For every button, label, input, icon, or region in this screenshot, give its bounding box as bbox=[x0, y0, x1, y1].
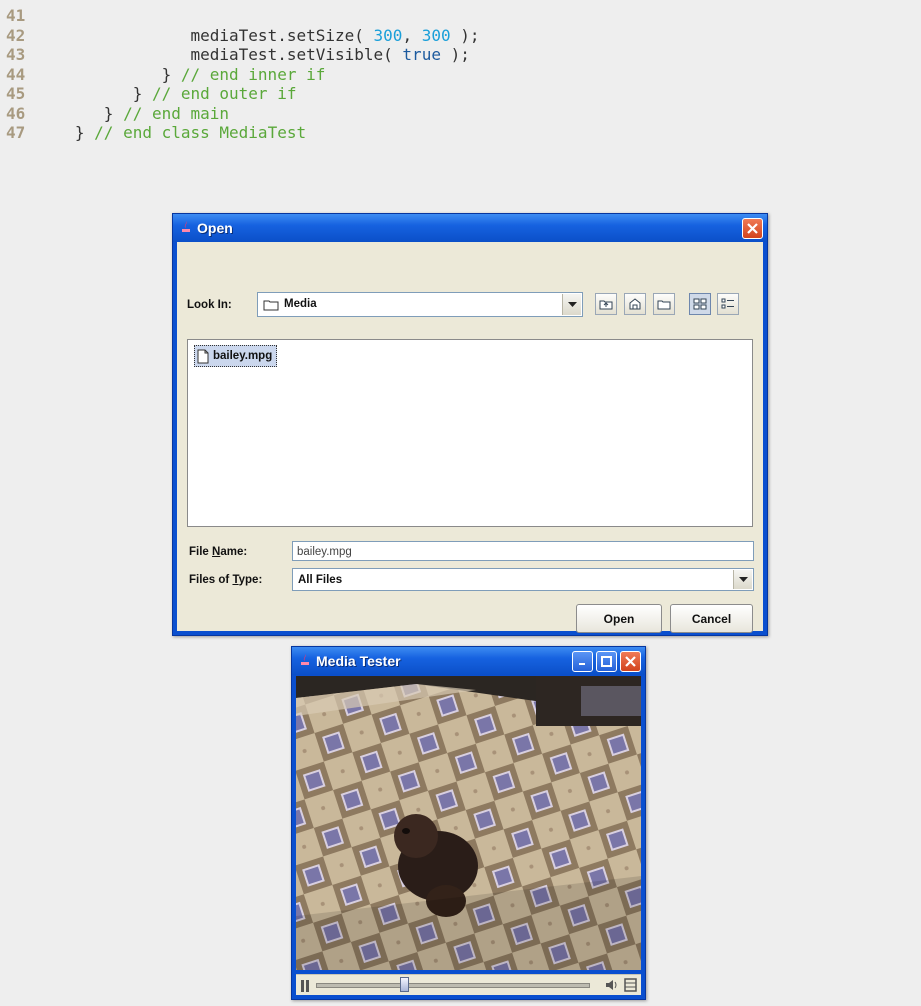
home-button[interactable] bbox=[624, 293, 646, 315]
file-name-input[interactable] bbox=[293, 543, 753, 561]
code-line: 42 mediaTest.setSize( 300, 300 ); bbox=[6, 26, 480, 46]
code-token: 300 bbox=[421, 25, 451, 45]
code-token: } bbox=[161, 64, 181, 84]
line-number: 47 bbox=[6, 123, 26, 142]
maximize-button[interactable] bbox=[596, 651, 617, 672]
line-number: 43 bbox=[6, 45, 26, 64]
folder-icon bbox=[263, 300, 279, 311]
volume-button[interactable] bbox=[605, 978, 619, 997]
code-token: ); bbox=[450, 25, 480, 45]
line-number: 41 bbox=[6, 6, 26, 25]
java-cup-icon bbox=[182, 221, 190, 232]
file-name: bailey.mpg bbox=[213, 350, 273, 362]
file-icon bbox=[197, 349, 209, 363]
properties-button[interactable] bbox=[624, 978, 637, 997]
media-tester-title: Media Tester bbox=[316, 653, 401, 669]
code-token: // end main bbox=[123, 103, 230, 123]
open-dialog: Open Look In: Media bailey.mpg File Name… bbox=[172, 213, 768, 636]
code-line: 45 } // end outer if bbox=[6, 84, 480, 104]
media-tester-window: Media Tester bbox=[291, 646, 646, 1000]
maximize-icon bbox=[601, 656, 612, 667]
file-name-label: File Name: bbox=[189, 546, 248, 558]
media-tester-titlebar[interactable]: Media Tester bbox=[292, 647, 645, 675]
code-token: mediaTest.setVisible( bbox=[190, 45, 403, 64]
code-token: } bbox=[132, 84, 152, 103]
minimize-icon bbox=[579, 663, 585, 665]
new-folder-button[interactable] bbox=[653, 293, 675, 315]
home-icon bbox=[629, 298, 641, 310]
code-token: // end outer if bbox=[151, 84, 297, 103]
close-button[interactable] bbox=[620, 651, 641, 672]
line-number: 42 bbox=[6, 25, 26, 45]
code-token: 300 bbox=[373, 25, 403, 45]
code-token: ); bbox=[440, 45, 470, 64]
line-number: 45 bbox=[6, 84, 26, 103]
pause-button[interactable] bbox=[300, 979, 310, 997]
java-cup-icon bbox=[301, 654, 309, 665]
file-list[interactable]: bailey.mpg bbox=[187, 339, 753, 527]
minimize-button[interactable] bbox=[572, 651, 593, 672]
details-view-icon bbox=[721, 298, 734, 309]
new-folder-icon bbox=[657, 300, 671, 310]
code-token: // end class MediaTest bbox=[94, 123, 307, 142]
look-in-dropdown-arrow[interactable] bbox=[562, 294, 581, 315]
look-in-value: Media bbox=[284, 298, 317, 310]
video-image bbox=[296, 676, 641, 970]
details-view-button[interactable] bbox=[717, 293, 739, 315]
code-line: 44 } // end inner if bbox=[6, 65, 480, 85]
video-frame bbox=[296, 676, 641, 970]
code-token: , bbox=[402, 25, 422, 45]
code-listing: 41 42 mediaTest.setSize( 300, 300 ); 43 me… bbox=[6, 6, 480, 143]
look-in-combo[interactable]: Media bbox=[257, 292, 583, 317]
code-line: 46 } // end main bbox=[6, 104, 480, 124]
playback-slider[interactable] bbox=[316, 977, 590, 992]
open-button[interactable]: Open bbox=[576, 604, 662, 633]
code-token: } bbox=[103, 103, 124, 123]
speaker-icon bbox=[606, 980, 617, 990]
files-of-type-dropdown-arrow[interactable] bbox=[733, 570, 752, 589]
code-token: mediaTest.setSize( bbox=[190, 25, 374, 45]
files-of-type-label: Files of Type: bbox=[189, 574, 263, 586]
close-icon bbox=[625, 656, 636, 667]
up-folder-icon bbox=[599, 300, 613, 310]
film-icon bbox=[624, 978, 637, 992]
up-one-level-button[interactable] bbox=[595, 293, 617, 315]
files-of-type-value: All Files bbox=[298, 574, 343, 586]
list-item[interactable]: bailey.mpg bbox=[194, 345, 278, 367]
code-token: } bbox=[74, 123, 95, 142]
open-dialog-title: Open bbox=[197, 220, 233, 236]
media-controls bbox=[296, 974, 641, 995]
code-token: // end inner if bbox=[180, 64, 326, 84]
open-dialog-titlebar[interactable]: Open bbox=[173, 214, 767, 242]
close-icon bbox=[747, 223, 758, 234]
code-line: 47 } // end class MediaTest bbox=[6, 123, 480, 143]
code-line: 41 bbox=[6, 6, 480, 26]
files-of-type-combo[interactable]: All Files bbox=[292, 568, 754, 591]
line-number: 44 bbox=[6, 64, 26, 84]
close-button[interactable] bbox=[742, 218, 763, 239]
list-view-icon bbox=[693, 298, 707, 310]
cancel-button[interactable]: Cancel bbox=[670, 604, 753, 633]
pause-icon bbox=[301, 980, 309, 992]
code-token: true bbox=[402, 45, 441, 64]
line-number: 46 bbox=[6, 103, 26, 123]
file-name-field[interactable] bbox=[292, 541, 754, 561]
chevron-down-icon bbox=[738, 576, 748, 582]
code-line: 43 mediaTest.setVisible( true ); bbox=[6, 45, 480, 65]
playback-slider-thumb[interactable] bbox=[400, 977, 410, 992]
chevron-down-icon bbox=[567, 301, 577, 307]
open-dialog-body: Look In: Media bailey.mpg File Name: bai… bbox=[177, 242, 763, 633]
look-in-label: Look In: bbox=[187, 299, 232, 311]
list-view-button[interactable] bbox=[689, 293, 711, 315]
